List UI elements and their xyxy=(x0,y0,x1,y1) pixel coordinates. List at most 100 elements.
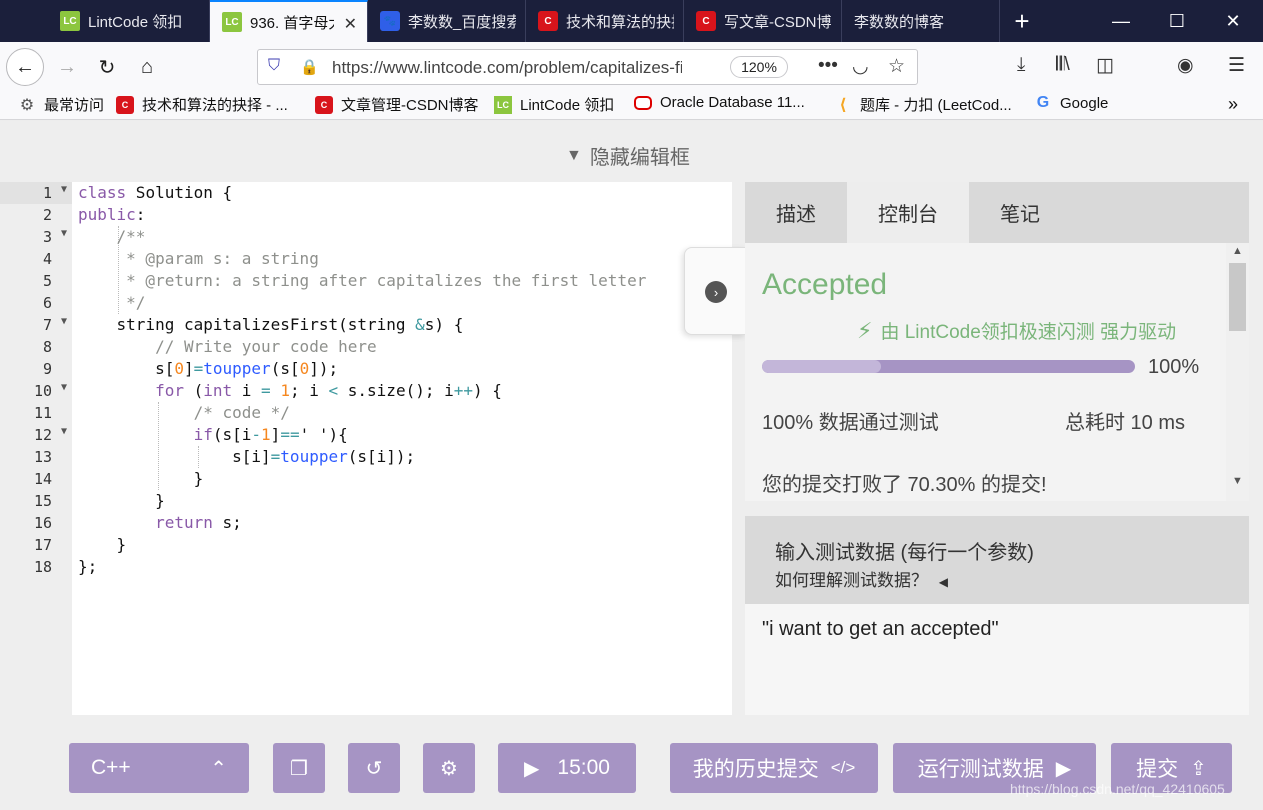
menu-icon[interactable]: ☰ xyxy=(1228,54,1245,77)
tab-label: 李数数_百度搜索 xyxy=(408,13,516,31)
csdn-icon: C xyxy=(538,11,558,31)
line-number: 17 xyxy=(33,536,52,554)
close-icon[interactable]: ✕ xyxy=(344,14,357,34)
test-input-field[interactable]: "i want to get an accepted" xyxy=(745,604,1249,715)
code-line: for (int i = 1; i < s.size(); i++) { xyxy=(155,381,502,400)
sidebar-icon[interactable]: ◫ xyxy=(1096,54,1114,77)
fold-icon[interactable]: ▼ xyxy=(61,316,67,327)
test-input-help-label[interactable]: 如何理解测试数据？ xyxy=(775,571,928,590)
library-icon[interactable]: 𝄃𝄃\ xyxy=(1056,54,1070,76)
code-line: /** xyxy=(116,227,146,246)
line-number: 1 ▼ xyxy=(0,182,72,204)
bookmark-google[interactable]: G Google xyxy=(1034,94,1109,112)
tab-label: 写文章-CSDN博客 xyxy=(724,13,832,31)
tab-problem[interactable]: LC 936. 首字母大写 ✕ xyxy=(210,0,368,42)
timer-button[interactable]: ▶ 15:00 xyxy=(498,743,636,793)
bookmark-label: Oracle Database 11... xyxy=(660,94,805,111)
tab-console[interactable]: 控制台 xyxy=(847,182,969,243)
hide-editor-toggle[interactable]: ▼ 隐藏编辑框 xyxy=(566,141,690,170)
home-button[interactable]: ⌂ xyxy=(128,48,166,86)
reload-button[interactable]: ↻ xyxy=(88,48,126,86)
lintcode-icon: LC xyxy=(60,11,80,31)
powered-by: ⚡ 由 LintCode领扣极速闪测 强力驱动 xyxy=(857,317,1176,344)
close-window-button[interactable]: ✕ xyxy=(1205,0,1261,42)
test-input-value[interactable]: "i want to get an accepted" xyxy=(762,618,999,641)
code-editor[interactable]: class Solution { public: /** * @param s:… xyxy=(72,182,732,715)
line-number: 12 ▼ xyxy=(33,426,67,444)
history-button[interactable]: 我的历史提交 </> xyxy=(670,743,878,793)
bookmark-label: 题库 - 力扣 (LeetCod... xyxy=(860,97,1012,114)
bookmark-most-visited[interactable]: ⚙ 最常访问 xyxy=(18,94,104,115)
new-tab-button[interactable]: + xyxy=(994,0,1050,42)
bookmarks-overflow-icon[interactable]: » xyxy=(1228,94,1238,115)
csdn-icon: C xyxy=(315,95,333,114)
pocket-icon[interactable]: ◡ xyxy=(852,55,869,78)
forward-button[interactable]: → xyxy=(48,48,86,86)
bookmark-lintcode[interactable]: LC LintCode 领扣 xyxy=(494,94,614,115)
tab-notes[interactable]: 笔记 xyxy=(969,182,1071,243)
tab-lintcode[interactable]: LC LintCode 领扣 xyxy=(48,0,210,42)
settings-button[interactable]: ⚙ xyxy=(423,743,475,793)
line-number: 5 xyxy=(42,272,52,290)
chevron-up-icon[interactable]: ▲ xyxy=(1232,245,1243,257)
play-icon: ▶ xyxy=(1055,757,1072,780)
bookmark-leetcode[interactable]: ⟨ 题库 - 力扣 (LeetCod... xyxy=(834,94,1012,115)
reset-button[interactable]: ↺ xyxy=(348,743,400,793)
minimize-button[interactable]: — xyxy=(1093,0,1149,42)
line-number-gutter: 1 ▼ 2 3 ▼ 4 5 6 7 ▼ 8 9 10 ▼ 11 12 ▼ 13 14 15… xyxy=(0,182,72,715)
url-text[interactable]: https://www.lintcode.com/problem/capital… xyxy=(332,58,682,78)
line-number: 8 xyxy=(42,338,52,356)
collapse-panel-toggle[interactable]: › xyxy=(684,247,746,335)
test-input-help[interactable]: 如何理解测试数据？ ◀ xyxy=(775,566,948,591)
tab-csdn-article[interactable]: C 技术和算法的抉择 xyxy=(526,0,684,42)
bookmark-csdn-manage[interactable]: C 文章管理-CSDN博客 xyxy=(315,94,479,115)
code-icon: </> xyxy=(830,758,856,777)
fold-icon[interactable]: ▼ xyxy=(61,228,67,239)
lightning-icon: ⚡ xyxy=(857,317,873,343)
google-icon: G xyxy=(1036,94,1050,111)
line-number: 16 xyxy=(33,514,52,532)
fold-icon[interactable]: ▼ xyxy=(61,382,67,393)
line-number: 4 xyxy=(42,250,52,268)
page-content: ▼ 隐藏编辑框 1 ▼ 2 3 ▼ 4 5 6 7 ▼ 8 9 10 ▼ 11 12 ▼ … xyxy=(0,121,1263,810)
chevron-down-icon[interactable]: ▼ xyxy=(1232,475,1243,487)
test-input-title: 输入测试数据 (每行一个参数) xyxy=(775,542,1034,564)
back-button[interactable]: ← xyxy=(6,48,44,86)
console-panel: Accepted ⚡ 由 LintCode领扣极速闪测 强力驱动 100% 10… xyxy=(745,243,1249,501)
history-label: 我的历史提交 xyxy=(692,758,819,781)
copy-button[interactable]: ❐ xyxy=(273,743,325,793)
csdn-icon: C xyxy=(116,95,134,114)
maximize-button[interactable]: ☐ xyxy=(1149,0,1205,42)
powered-by-label: 由 LintCode领扣极速闪测 强力驱动 xyxy=(880,322,1177,343)
language-select[interactable]: C++ ⌃ xyxy=(69,743,249,793)
zoom-badge[interactable]: 120% xyxy=(730,56,788,78)
fold-icon[interactable]: ▼ xyxy=(61,426,67,437)
tab-baidu[interactable]: 🐾 李数数_百度搜索 xyxy=(368,0,526,42)
run-tests-label: 运行测试数据 xyxy=(917,758,1044,781)
address-bar[interactable]: ⛉ 🔒 https://www.lintcode.com/problem/cap… xyxy=(257,49,918,85)
account-icon[interactable]: ◉ xyxy=(1177,54,1194,77)
tab-description[interactable]: 描述 xyxy=(745,182,847,243)
lock-icon[interactable]: 🔒 xyxy=(300,58,319,76)
bookmark-csdn-article[interactable]: C 技术和算法的抉择 - ... xyxy=(116,94,288,115)
fold-icon[interactable]: ▼ xyxy=(61,184,67,195)
beat-summary: 您的提交打败了 70.30% 的提交! xyxy=(762,474,1047,496)
line-number: 7 ▼ xyxy=(42,316,67,334)
code-line: return s; xyxy=(155,513,242,532)
line-number: 2 xyxy=(42,206,52,224)
download-icon[interactable]: ⤓ xyxy=(1017,54,1025,76)
shield-icon[interactable]: ⛉ xyxy=(268,57,280,75)
code-line: } xyxy=(78,535,127,554)
bookmark-star-icon[interactable]: ☆ xyxy=(888,55,905,78)
bookmark-label: 技术和算法的抉择 - ... xyxy=(142,97,288,114)
undo-icon: ↺ xyxy=(365,757,383,780)
line-number: 11 xyxy=(33,404,52,422)
scrollbar-thumb[interactable] xyxy=(1229,263,1246,331)
more-actions-icon[interactable]: ••• xyxy=(818,55,838,77)
bookmark-oracle[interactable]: Oracle Database 11... xyxy=(634,94,805,111)
console-scrollbar[interactable]: ▲ ▼ xyxy=(1226,243,1249,501)
copy-icon: ❐ xyxy=(290,757,308,780)
tab-csdn-write[interactable]: C 写文章-CSDN博客 xyxy=(684,0,842,42)
gear-icon: ⚙ xyxy=(440,757,458,780)
tab-blog[interactable]: 李数数的博客 xyxy=(842,0,1000,42)
